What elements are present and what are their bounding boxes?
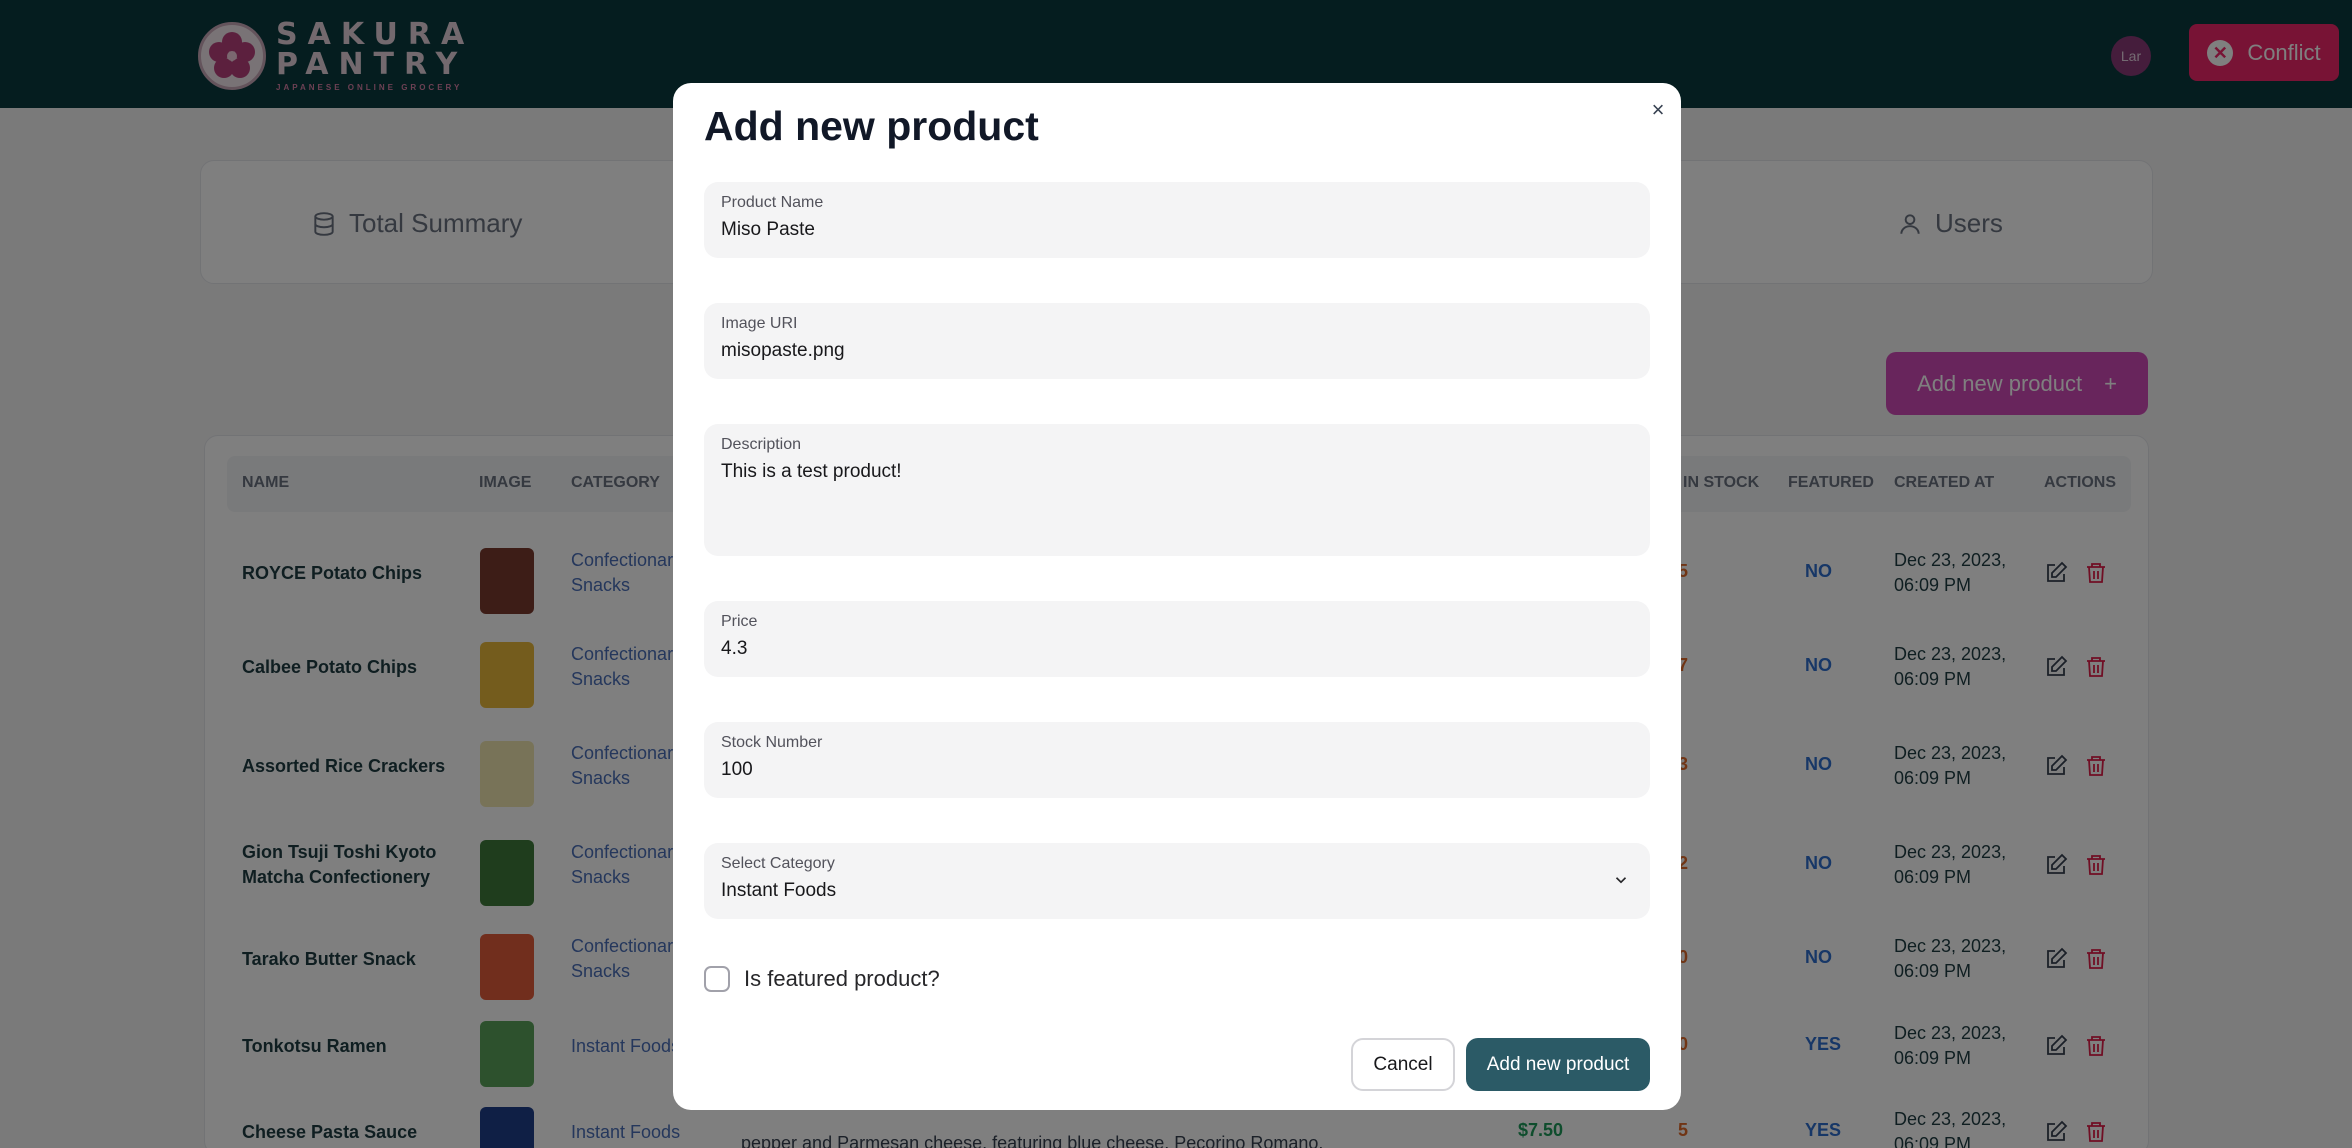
stock-number-field[interactable]: Stock Number 100	[704, 722, 1650, 798]
description-field[interactable]: Description This is a test product!	[704, 424, 1650, 556]
close-icon[interactable]: ×	[1645, 97, 1671, 123]
field-label: Price	[721, 613, 758, 630]
modal-title: Add new product	[704, 103, 1039, 149]
field-value: Instant Foods	[721, 880, 837, 901]
image-uri-field[interactable]: Image URI misopaste.png	[704, 303, 1650, 379]
submit-add-product-button[interactable]: Add new product	[1466, 1038, 1650, 1091]
product-name-field[interactable]: Product Name Miso Paste	[704, 182, 1650, 258]
field-label: Image URI	[721, 315, 798, 332]
price-field[interactable]: Price 4.3	[704, 601, 1650, 677]
field-value[interactable]: This is a test product!	[721, 461, 902, 483]
field-label: Stock Number	[721, 734, 823, 751]
field-value[interactable]: Miso Paste	[721, 219, 815, 241]
field-label: Product Name	[721, 194, 824, 211]
category-select[interactable]: Select Category Instant Foods	[704, 843, 1650, 919]
featured-checkbox[interactable]	[704, 966, 730, 992]
add-product-modal: Add new product × Product Name Miso Past…	[673, 83, 1681, 1110]
featured-checkbox-label[interactable]: Is featured product?	[744, 966, 940, 992]
field-label: Description	[721, 436, 802, 453]
cancel-button[interactable]: Cancel	[1351, 1038, 1455, 1091]
field-value[interactable]: misopaste.png	[721, 340, 845, 362]
featured-checkbox-row[interactable]: Is featured product?	[704, 966, 940, 992]
field-label: Select Category	[721, 855, 835, 872]
field-value[interactable]: 100	[721, 759, 753, 781]
field-value[interactable]: 4.3	[721, 638, 747, 660]
chevron-down-icon	[1615, 877, 1627, 884]
